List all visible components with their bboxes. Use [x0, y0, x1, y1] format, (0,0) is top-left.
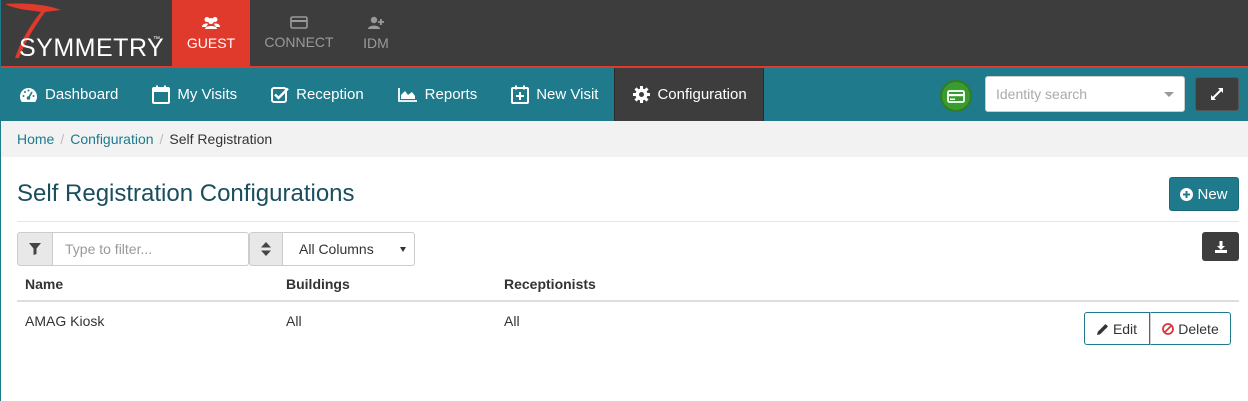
app-connect-label: CONNECT [264, 34, 334, 50]
filter-icon [17, 232, 53, 266]
cell-receptionists: All [504, 313, 520, 329]
ban-icon [1162, 322, 1175, 335]
header-buildings[interactable]: Buildings [278, 276, 496, 292]
nav-new-visit[interactable]: New Visit [493, 68, 614, 121]
plus-circle-icon [1180, 187, 1194, 201]
breadcrumb-home[interactable]: Home [17, 131, 54, 147]
breadcrumb-separator: / [159, 131, 164, 147]
calendar-icon [152, 85, 171, 104]
card-icon [947, 89, 965, 103]
page-title: Self Registration Configurations [17, 180, 355, 207]
check-square-icon [271, 87, 289, 103]
app-idm-label: IDM [363, 34, 389, 51]
table-row: AMAG Kiosk All All Edit Delete [17, 302, 1239, 345]
new-button[interactable]: New [1169, 177, 1239, 211]
nav-new-visit-label: New Visit [536, 86, 599, 103]
pencil-icon [1096, 323, 1108, 335]
gear-icon [633, 86, 651, 103]
nav-reception[interactable]: Reception [253, 68, 380, 121]
filter-toolbar: All Columns [17, 232, 415, 266]
card-icon [290, 16, 308, 29]
nav-dashboard-label: Dashboard [45, 86, 119, 103]
breadcrumb: Home / Configuration / Self Registration [1, 121, 1248, 157]
identity-search-input[interactable] [996, 86, 1156, 102]
app-guest-label: GUEST [186, 34, 236, 51]
add-user-icon [368, 16, 384, 29]
edit-button[interactable]: Edit [1084, 312, 1150, 345]
calendar-plus-icon [511, 85, 530, 104]
breadcrumb-separator: / [60, 131, 65, 147]
nav-items: Dashboard My Visits Reception Reports Ne… [1, 68, 764, 121]
divider [17, 221, 1239, 222]
download-icon [1214, 240, 1227, 253]
dashboard-icon [19, 87, 38, 102]
expand-icon [1211, 88, 1223, 100]
filter-input[interactable] [53, 232, 249, 266]
header-receptionists[interactable]: Receptionists [496, 276, 796, 292]
area-chart-icon [397, 88, 417, 102]
nav-reports-label: Reports [424, 86, 478, 103]
cell-buildings: All [286, 313, 302, 329]
chevron-down-icon [400, 247, 406, 252]
nav-dashboard[interactable]: Dashboard [1, 68, 134, 121]
configurations-table: Name Buildings Receptionists AMAG Kiosk … [17, 268, 1239, 345]
app-connect[interactable]: CONNECT [250, 0, 348, 66]
app-switcher: GUEST CONNECT IDM [172, 0, 404, 66]
edit-button-label: Edit [1112, 320, 1138, 337]
app-guest[interactable]: GUEST [172, 0, 250, 66]
fullscreen-button[interactable] [1195, 77, 1239, 111]
row-actions: Edit Delete [1084, 312, 1231, 345]
app-idm[interactable]: IDM [348, 0, 404, 66]
identity-search[interactable] [985, 76, 1185, 112]
app-page: SYMMETRY ™ GUEST CONNECT IDM Dashboard M… [0, 0, 1248, 401]
table-header: Name Buildings Receptionists [17, 268, 1239, 302]
nav-my-visits-label: My Visits [177, 86, 238, 103]
main-navbar: Dashboard My Visits Reception Reports Ne… [1, 68, 1248, 121]
nav-reception-label: Reception [296, 86, 364, 103]
nav-reports[interactable]: Reports [380, 68, 494, 121]
nav-my-visits[interactable]: My Visits [134, 68, 253, 121]
card-reader-button[interactable] [940, 80, 972, 112]
symmetry-logo[interactable]: SYMMETRY ™ [1, 0, 172, 66]
header-name[interactable]: Name [17, 276, 278, 292]
new-button-label: New [1197, 185, 1228, 203]
delete-button[interactable]: Delete [1150, 312, 1231, 345]
delete-button-label: Delete [1178, 320, 1219, 337]
top-bar: SYMMETRY ™ GUEST CONNECT IDM [1, 0, 1248, 68]
nav-configuration-label: Configuration [657, 86, 747, 103]
logo-text: SYMMETRY [19, 34, 165, 62]
logo-trademark: ™ [153, 36, 160, 43]
columns-select[interactable]: All Columns [283, 232, 415, 266]
breadcrumb-current: Self Registration [169, 131, 273, 147]
chevron-down-icon[interactable] [1164, 92, 1174, 97]
columns-select-value: All Columns [299, 241, 374, 257]
cell-name: AMAG Kiosk [25, 313, 105, 329]
download-button[interactable] [1202, 232, 1239, 261]
nav-configuration[interactable]: Configuration [614, 68, 764, 121]
breadcrumb-configuration[interactable]: Configuration [70, 131, 153, 147]
sort-icon [249, 232, 283, 266]
users-icon [202, 16, 220, 29]
